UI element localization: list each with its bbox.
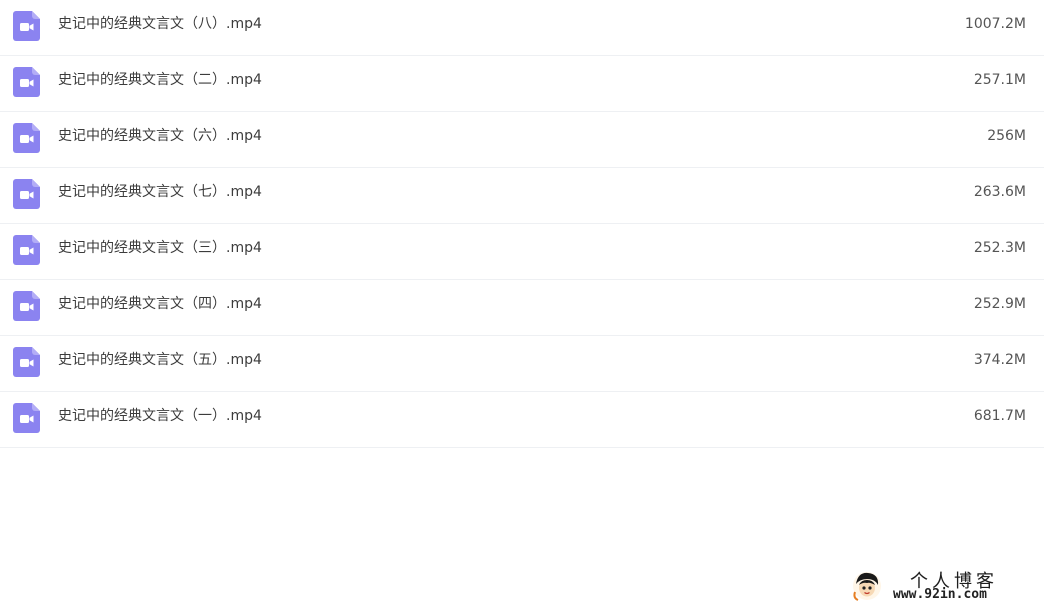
video-file-icon — [13, 291, 40, 321]
file-name[interactable]: 史记中的经典文言文（六）.mp4 — [58, 112, 262, 160]
file-name[interactable]: 史记中的经典文言文（三）.mp4 — [58, 224, 262, 272]
file-size: 256M — [987, 128, 1026, 144]
video-file-icon — [13, 179, 40, 209]
file-row[interactable]: 史记中的经典文言文（二）.mp4 257.1M — [0, 56, 1044, 112]
file-name[interactable]: 史记中的经典文言文（七）.mp4 — [58, 168, 262, 216]
file-row[interactable]: 史记中的经典文言文（七）.mp4 263.6M — [0, 168, 1044, 224]
file-size: 252.9M — [973, 296, 1026, 312]
watermark-url: www.92in.com — [893, 587, 987, 602]
file-size: 263.6M — [973, 184, 1026, 200]
file-size: 1007.2M — [964, 16, 1026, 32]
file-row[interactable]: 史记中的经典文言文（五）.mp4 374.2M — [0, 336, 1044, 392]
video-file-icon — [13, 403, 40, 433]
file-row[interactable]: 史记中的经典文言文（一）.mp4 681.7M — [0, 392, 1044, 448]
video-file-icon — [13, 123, 40, 153]
watermark: 个人博客 www.92in.com — [850, 566, 1040, 606]
file-name[interactable]: 史记中的经典文言文（二）.mp4 — [58, 56, 262, 104]
file-size: 374.2M — [973, 352, 1026, 368]
file-row[interactable]: 史记中的经典文言文（六）.mp4 256M — [0, 112, 1044, 168]
file-list: 史记中的经典文言文（八）.mp4 1007.2M 史记中的经典文言文（二）.mp… — [0, 0, 1044, 448]
file-size: 257.1M — [973, 72, 1026, 88]
video-file-icon — [13, 11, 40, 41]
file-row[interactable]: 史记中的经典文言文（三）.mp4 252.3M — [0, 224, 1044, 280]
file-row[interactable]: 史记中的经典文言文（四）.mp4 252.9M — [0, 280, 1044, 336]
file-name[interactable]: 史记中的经典文言文（四）.mp4 — [58, 280, 262, 328]
file-row[interactable]: 史记中的经典文言文（八）.mp4 1007.2M — [0, 0, 1044, 56]
video-file-icon — [13, 347, 40, 377]
file-size: 252.3M — [973, 240, 1026, 256]
file-name[interactable]: 史记中的经典文言文（一）.mp4 — [58, 392, 262, 440]
file-name[interactable]: 史记中的经典文言文（八）.mp4 — [58, 0, 262, 48]
avatar-logo-icon — [853, 572, 881, 601]
file-size: 681.7M — [973, 408, 1026, 424]
file-name[interactable]: 史记中的经典文言文（五）.mp4 — [58, 336, 262, 384]
video-file-icon — [13, 235, 40, 265]
video-file-icon — [13, 67, 40, 97]
